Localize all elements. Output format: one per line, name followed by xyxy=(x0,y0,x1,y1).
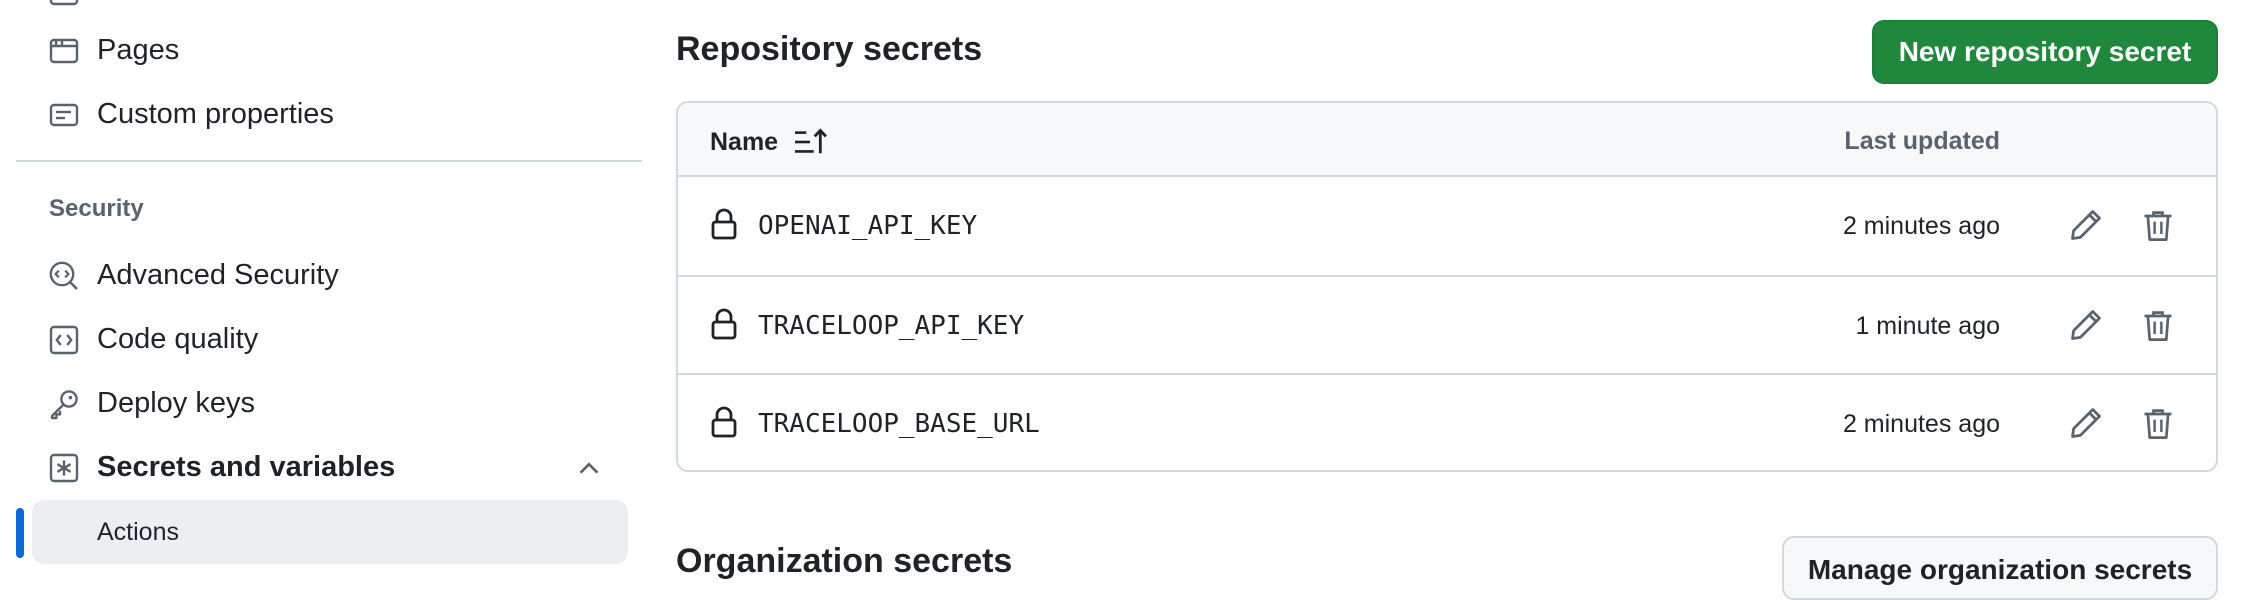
lock-icon xyxy=(710,307,738,341)
page-title: Repository secrets xyxy=(676,30,983,68)
table-row: OPENAI_API_KEY 2 minutes ago xyxy=(678,177,2216,275)
manage-organization-secrets-button[interactable]: Manage organization secrets xyxy=(1782,536,2218,600)
sidebar-item-label: Secrets and variables xyxy=(97,451,396,483)
active-indicator xyxy=(16,508,24,558)
main-content: Repository secrets New repository secret… xyxy=(676,0,2248,600)
secret-updated: 1 minute ago xyxy=(1855,312,2000,340)
sidebar-item-label: Custom properties xyxy=(97,98,334,130)
sidebar-item-deploy-keys[interactable]: Deploy keys xyxy=(32,371,628,435)
table-header: Name Last updated xyxy=(678,103,2216,177)
code-square-icon xyxy=(48,324,80,356)
lock-icon xyxy=(710,207,738,241)
sidebar-item-custom-properties[interactable]: Custom properties xyxy=(32,82,628,146)
trash-icon[interactable] xyxy=(2140,207,2176,243)
table-row: TRACELOOP_API_KEY 1 minute ago xyxy=(678,275,2216,373)
name-column-header[interactable]: Name xyxy=(710,127,828,157)
secrets-table: Name Last updated OPENAI_API_KEY 2 minut… xyxy=(676,101,2218,472)
sidebar-item-code-quality[interactable]: Code quality xyxy=(32,307,628,371)
chevron-up-icon[interactable] xyxy=(574,453,604,483)
browser-icon xyxy=(48,35,80,67)
trash-icon[interactable] xyxy=(2140,405,2176,441)
sidebar-item-label: Deploy keys xyxy=(97,387,255,419)
pencil-icon[interactable] xyxy=(2068,307,2104,343)
new-repository-secret-button[interactable]: New repository secret xyxy=(1872,20,2218,84)
secret-updated: 2 minutes ago xyxy=(1842,410,2000,438)
key-icon xyxy=(48,388,80,420)
note-icon xyxy=(48,99,80,131)
secret-name: TRACELOOP_API_KEY xyxy=(758,311,1025,341)
secret-name: OPENAI_API_KEY xyxy=(758,211,978,241)
sort-asc-icon[interactable] xyxy=(792,127,828,157)
sidebar-item-label: Advanced Security xyxy=(97,259,339,291)
secret-updated: 2 minutes ago xyxy=(1842,212,2000,240)
sidebar-subitem-actions[interactable]: Actions xyxy=(32,500,628,564)
sidebar-subitem-label: Actions xyxy=(97,518,179,546)
table-row: TRACELOOP_BASE_URL 2 minutes ago xyxy=(678,373,2216,470)
sidebar-item-label: Code quality xyxy=(97,323,259,355)
lock-icon xyxy=(710,405,738,439)
sidebar-item-label: Pages xyxy=(97,34,180,66)
organization-secrets-title: Organization secrets xyxy=(676,542,1013,580)
key-asterisk-icon xyxy=(48,452,80,484)
sidebar-item-secrets-and-variables[interactable]: Secrets and variables xyxy=(32,435,628,499)
last-updated-column-header: Last updated xyxy=(1844,127,2000,155)
secret-name: TRACELOOP_BASE_URL xyxy=(758,409,1040,439)
codescan-icon xyxy=(48,260,80,292)
sidebar-section-heading: Security xyxy=(49,195,144,222)
sidebar-item-advanced-security[interactable]: Advanced Security xyxy=(32,243,628,307)
pencil-icon[interactable] xyxy=(2068,207,2104,243)
name-column-label: Name xyxy=(710,127,779,156)
pencil-icon[interactable] xyxy=(2068,405,2104,441)
trash-icon[interactable] xyxy=(2140,307,2176,343)
sidebar-divider xyxy=(16,160,642,162)
settings-sidebar: Pages Custom properties Security Advance… xyxy=(0,0,642,566)
partial-icon xyxy=(48,0,80,9)
sidebar-item-pages[interactable]: Pages xyxy=(32,18,628,82)
